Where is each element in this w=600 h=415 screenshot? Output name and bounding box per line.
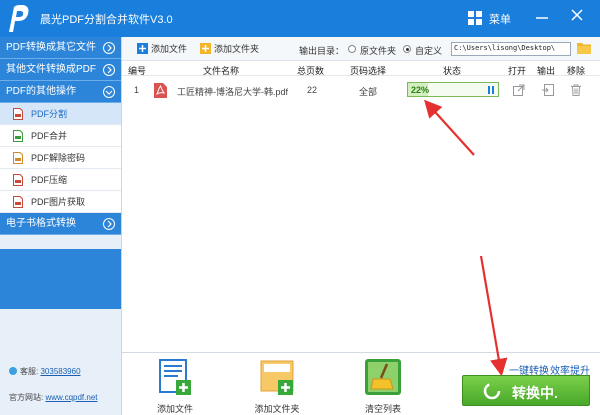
- chevron-right-icon: [103, 42, 115, 54]
- row-page-selection[interactable]: 全部: [359, 85, 377, 98]
- sidebar-ebook-panel: [0, 249, 121, 309]
- open-file-icon[interactable]: [513, 84, 525, 96]
- annotation-arrow-progress: [424, 99, 475, 156]
- qq-icon: [9, 367, 17, 375]
- sidebar-item-label: PDF分割: [31, 109, 68, 119]
- bottom-clear-list-label: 清空列表: [364, 404, 401, 414]
- official-website: 官方网站: www.cqpdf.net: [9, 392, 98, 403]
- app-title: 晨光PDF分割合并软件V3.0: [40, 14, 173, 26]
- pdf-file-icon: [154, 83, 167, 98]
- table-header: 编号 文件名称 总页数 页码选择 状态 打开 输出 移除: [122, 61, 600, 76]
- qq-label: 客服:: [20, 367, 39, 376]
- add-file-big-icon: [159, 359, 191, 395]
- sidebar-section-pdf-other-ops[interactable]: PDF的其他操作: [0, 81, 121, 103]
- sidebar-section-ebook[interactable]: 电子书格式转换: [0, 213, 121, 235]
- pdf-file-icon: [13, 108, 23, 120]
- menu-grid-icon[interactable]: [468, 11, 482, 25]
- sidebar-section-label: PDF的其他操作: [6, 86, 76, 97]
- sidebar-item-pdf-merge[interactable]: PDF合并: [0, 125, 121, 147]
- browse-folder-icon[interactable]: [577, 42, 591, 54]
- add-folder-big-icon: [260, 360, 294, 395]
- chevron-down-icon: [103, 86, 115, 98]
- convert-button[interactable]: 转换中.: [462, 375, 590, 406]
- pause-icon[interactable]: [488, 86, 494, 94]
- sidebar-section-label: 其他文件转换成PDF: [6, 64, 96, 75]
- row-index: 1: [134, 85, 140, 95]
- pdf-file-icon: [13, 130, 23, 142]
- progress-text: 22%: [411, 85, 430, 95]
- sidebar-section-label: PDF转换成其它文件: [6, 42, 96, 53]
- bottom-add-folder-label: 添加文件夹: [254, 404, 300, 414]
- sidebar-section-pdf-to-other[interactable]: PDF转换成其它文件: [0, 37, 121, 59]
- radio-custom[interactable]: [403, 45, 411, 53]
- sidebar-item-pdf-split[interactable]: PDF分割: [0, 103, 121, 125]
- radio-original-label: 原文件夹: [360, 46, 397, 56]
- output-path-input[interactable]: C:\Users\lisong\Desktop\: [451, 42, 571, 56]
- row-pages: 22: [307, 85, 318, 95]
- add-file-button[interactable]: 添加文件: [137, 42, 187, 55]
- conversion-progress-bar: 22%: [407, 82, 499, 97]
- app-logo-icon: [9, 5, 29, 32]
- pdf-file-icon: [13, 152, 23, 164]
- sidebar-item-label: PDF合并: [31, 131, 68, 141]
- row-filename: 工匠精神-博洛尼大学-韩.pdf: [177, 87, 289, 97]
- add-folder-icon: [200, 43, 211, 54]
- support-qq: 客服: 303583960: [9, 366, 81, 377]
- trash-icon[interactable]: [570, 84, 582, 96]
- column-header-remove: 移除: [567, 66, 586, 76]
- chevron-right-icon: [103, 218, 115, 230]
- column-header-status: 状态: [443, 66, 462, 76]
- sidebar-item-label: PDF解除密码: [31, 153, 86, 163]
- bottom-add-file-label: 添加文件: [156, 404, 193, 414]
- column-header-filename: 文件名称: [203, 66, 240, 76]
- spinner-icon: [483, 382, 501, 400]
- bottom-add-file-button[interactable]: 添加文件: [140, 359, 210, 415]
- column-header-page-selection: 页码选择: [350, 66, 387, 76]
- title-bar: 晨光PDF分割合并软件V3.0 菜单: [0, 0, 600, 37]
- output-dir-label: 输出目录：: [299, 46, 345, 56]
- table-row[interactable]: 1 工匠精神-博洛尼大学-韩.pdf 22 全部: [122, 77, 600, 105]
- qq-number-link[interactable]: 303583960: [40, 367, 80, 376]
- website-label: 官方网站:: [9, 393, 44, 402]
- website-link[interactable]: www.cqpdf.net: [45, 393, 97, 402]
- sidebar-item-pdf-unlock[interactable]: PDF解除密码: [0, 147, 121, 169]
- bottom-add-folder-button[interactable]: 添加文件夹: [242, 359, 312, 415]
- add-folder-label: 添加文件夹: [214, 44, 260, 54]
- sidebar-item-pdf-compress[interactable]: PDF压缩: [0, 169, 121, 191]
- sidebar-item-label: PDF压缩: [31, 175, 68, 185]
- pdf-file-icon: [13, 196, 23, 208]
- bottom-clear-list-button[interactable]: 清空列表: [348, 359, 418, 415]
- radio-custom-label: 自定义: [415, 46, 443, 56]
- sidebar-section-other-to-pdf[interactable]: 其他文件转换成PDF: [0, 59, 121, 81]
- toolbar: 添加文件 添加文件夹 输出目录： 原文件夹 自定义 C:\Users\lison…: [122, 37, 600, 61]
- column-header-open: 打开: [508, 66, 527, 76]
- convert-button-label: 转换中.: [512, 385, 558, 401]
- output-folder-icon[interactable]: [542, 84, 554, 96]
- add-file-icon: [137, 43, 148, 54]
- radio-original-folder[interactable]: [348, 45, 356, 53]
- chevron-right-icon: [103, 64, 115, 76]
- add-folder-button[interactable]: 添加文件夹: [200, 42, 259, 55]
- add-file-label: 添加文件: [151, 44, 188, 54]
- sidebar-section-label: 电子书格式转换: [6, 218, 76, 229]
- close-icon[interactable]: [568, 6, 586, 24]
- column-header-pages: 总页数: [297, 66, 325, 76]
- column-header-output: 输出: [537, 66, 556, 76]
- column-header-index: 编号: [128, 66, 147, 76]
- sidebar: PDF转换成其它文件 其他文件转换成PDF PDF的其他操作 PDF分割 PDF…: [0, 37, 122, 415]
- sidebar-item-pdf-image-extract[interactable]: PDF图片获取: [0, 191, 121, 213]
- sidebar-item-label: PDF图片获取: [31, 197, 86, 207]
- broom-icon: [365, 359, 401, 395]
- minimize-icon[interactable]: [533, 6, 551, 24]
- menu-button[interactable]: 菜单: [489, 11, 511, 27]
- pdf-file-icon: [13, 174, 23, 186]
